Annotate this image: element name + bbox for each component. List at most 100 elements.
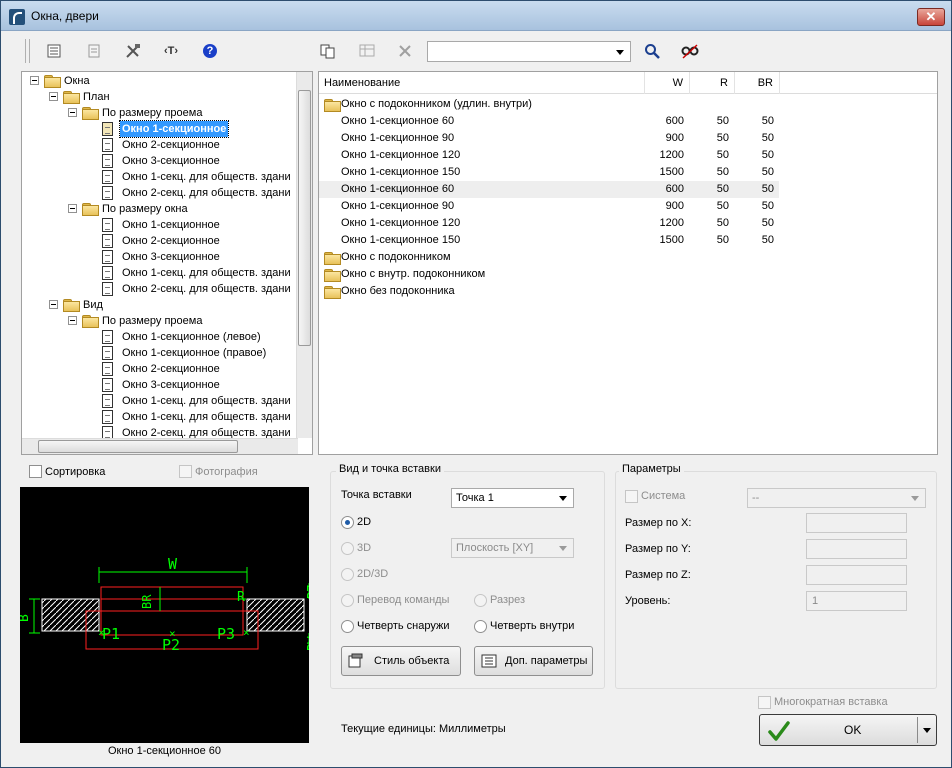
chevron-down-icon [559, 496, 567, 501]
collapse-icon[interactable] [68, 316, 77, 325]
collapse-icon[interactable] [49, 92, 58, 101]
radio-quarter-out[interactable] [341, 620, 354, 633]
tools-icon[interactable] [122, 40, 144, 62]
radio-2d[interactable] [341, 516, 354, 529]
level-field[interactable]: 1 [806, 591, 907, 611]
plane-select[interactable]: Плоскость [XY] [451, 538, 574, 558]
radio-2d3d[interactable] [341, 568, 354, 581]
table-row[interactable]: Окно 1-секционное 150 1500 50 50 [319, 232, 779, 249]
ok-dropdown-arrow-icon[interactable] [923, 728, 931, 733]
table-row[interactable]: Окно 1-секционное 60 600 50 50 [319, 181, 779, 198]
multi-insert-checkbox[interactable] [758, 696, 771, 709]
search-combo[interactable] [427, 41, 631, 62]
delete-icon[interactable] [394, 40, 416, 62]
view-group-title: Вид и точка вставки [336, 463, 444, 475]
list-icon[interactable] [83, 40, 105, 62]
svg-text:×: × [98, 626, 105, 639]
checkmark-icon [768, 721, 790, 741]
column-header-r[interactable]: R [690, 72, 735, 94]
p3-label: P3 [217, 625, 235, 643]
column-header-w[interactable]: W [645, 72, 690, 94]
ok-label: OK [844, 723, 862, 737]
collapse-icon[interactable] [68, 204, 77, 213]
folder-icon [82, 315, 99, 328]
cell-r: 50 [716, 149, 729, 161]
search-icon[interactable] [641, 40, 663, 62]
radio-transfer[interactable] [341, 594, 354, 607]
radio-2d3d-label: 2D/3D [357, 568, 389, 580]
close-button[interactable]: ✕ [917, 8, 945, 26]
table-row[interactable]: Окно 1-секционное 90 900 50 50 [319, 130, 779, 147]
folder-row[interactable]: Окно с внутр. подоконником [319, 266, 779, 283]
table-row[interactable]: Окно 1-секционное 120 1200 50 50 [319, 215, 779, 232]
cell-br: 50 [761, 217, 774, 229]
folder-icon [324, 286, 341, 299]
document-icon [102, 410, 113, 424]
system-checkbox[interactable] [625, 490, 638, 503]
cell-w: 1200 [659, 217, 684, 229]
table-row[interactable]: Окно 1-секционное 90 900 50 50 [319, 198, 779, 215]
radio-quarter-in[interactable] [474, 620, 487, 633]
properties-icon[interactable] [43, 40, 65, 62]
scroll-thumb[interactable] [298, 90, 311, 346]
scroll-thumb[interactable] [38, 440, 238, 453]
insert-point-select[interactable]: Точка 1 [451, 488, 574, 508]
chevron-down-icon [559, 546, 567, 551]
toolbar-grip[interactable] [25, 39, 30, 63]
extra-params-label: Доп. параметры [505, 655, 588, 667]
extra-params-button[interactable]: Доп. параметры [474, 646, 593, 676]
sort-checkbox[interactable] [29, 465, 42, 478]
radio-quarter-in-label: Четверть внутри [490, 620, 575, 632]
size-z-field[interactable] [806, 565, 907, 585]
radio-2d-label: 2D [357, 516, 372, 528]
radio-3d[interactable] [341, 542, 354, 555]
text-style-icon[interactable]: ‹T› [160, 40, 182, 62]
params-icon [481, 654, 497, 668]
size-y-field[interactable] [806, 539, 907, 559]
photo-checkbox[interactable] [179, 465, 192, 478]
find-next-icon[interactable] [679, 40, 701, 62]
object-style-label: Стиль объекта [374, 655, 450, 667]
system-value: -- [752, 492, 760, 504]
object-style-button[interactable]: Стиль объекта [341, 646, 461, 676]
cell-br: 50 [761, 149, 774, 161]
column-header-br[interactable]: BR [735, 72, 780, 94]
size-x-field[interactable] [806, 513, 907, 533]
params-group-title: Параметры [619, 463, 684, 475]
tree-label: По размеру проема [102, 107, 203, 119]
chevron-down-icon [616, 49, 624, 55]
folder-icon [63, 91, 80, 104]
units-label: Текущие единицы: Миллиметры [341, 723, 506, 735]
table-icon[interactable] [356, 40, 378, 62]
help-icon[interactable]: ? [199, 40, 221, 62]
system-select[interactable]: -- [747, 488, 926, 508]
folder-row[interactable]: Окно с подоконником [319, 249, 779, 266]
table-row[interactable]: Окно 1-секционное 120 1200 50 50 [319, 147, 779, 164]
cell-w: 900 [665, 200, 684, 212]
table-row[interactable]: Окно 1-секционное 150 1500 50 50 [319, 164, 779, 181]
document-icon [102, 394, 113, 408]
title-bar[interactable]: Окна, двери ✕ [1, 1, 951, 31]
tree-vertical-scrollbar[interactable] [296, 72, 312, 438]
tree-horizontal-scrollbar[interactable] [22, 438, 298, 454]
copy-icon[interactable] [317, 40, 339, 62]
document-icon [102, 362, 113, 376]
radio-transfer-label: Перевод команды [357, 594, 450, 606]
document-icon [102, 346, 113, 360]
folder-row[interactable]: Окно с подоконником (удлин. внутри) [319, 96, 779, 113]
b-dim-label: B [20, 614, 32, 622]
collapse-icon[interactable] [30, 76, 39, 85]
cell-name: Окно с внутр. подоконником [341, 268, 486, 280]
collapse-icon[interactable] [49, 300, 58, 309]
items-table[interactable]: Наименование W R BR Окно с подоконником … [318, 71, 938, 455]
tree-label: Окно 2-секц. для обществ. здани [122, 187, 291, 199]
catalog-tree[interactable]: Окна План По размеру проема Окно 1-секци… [21, 71, 313, 455]
folder-row[interactable]: Окно без подоконника [319, 283, 779, 300]
tree-label: Окно 3-секционное [122, 251, 220, 263]
column-header-name[interactable]: Наименование [319, 72, 645, 94]
collapse-icon[interactable] [68, 108, 77, 117]
table-row[interactable]: Окно 1-секционное 60 600 50 50 [319, 113, 779, 130]
radio-section[interactable] [474, 594, 487, 607]
folder-icon [324, 252, 341, 265]
ok-button[interactable]: OK [759, 714, 937, 746]
